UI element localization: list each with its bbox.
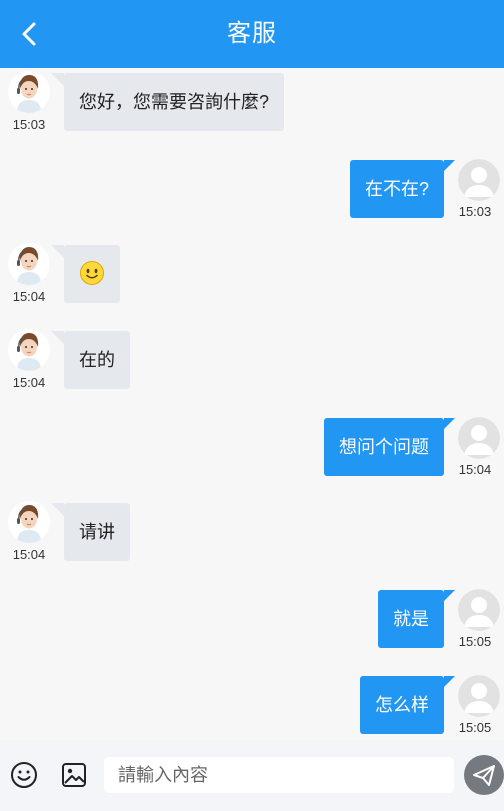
smiley-icon xyxy=(11,762,37,788)
agent-avatar-icon xyxy=(8,501,50,543)
user-avatar xyxy=(458,589,500,631)
message-bubble: 怎么样 xyxy=(360,676,455,734)
agent-avatar-icon xyxy=(8,329,50,371)
message-bubble: 您好，您需要咨詢什麼? xyxy=(50,73,285,131)
agent-avatar xyxy=(8,501,50,543)
message-bubble: 在的 xyxy=(51,331,130,389)
image-button[interactable] xyxy=(59,760,89,790)
message-composer xyxy=(0,740,504,811)
header-bar: 客服 xyxy=(0,0,504,68)
emoji-button[interactable] xyxy=(9,760,39,790)
message-bubble: 就是 xyxy=(378,590,455,648)
message-time: 15:04 xyxy=(12,375,46,390)
send-icon xyxy=(473,765,495,786)
message-time: 15:04 xyxy=(12,289,46,304)
image-icon xyxy=(62,763,86,787)
message-time: 15:05 xyxy=(458,634,492,649)
user-avatar-icon xyxy=(458,159,500,201)
agent-avatar-icon xyxy=(8,71,50,113)
user-avatar-icon xyxy=(458,589,500,631)
message-bubble: 想问个问题 xyxy=(324,418,455,476)
message-bubble: 请讲 xyxy=(51,503,130,561)
message-time: 15:04 xyxy=(12,547,46,562)
message-input[interactable] xyxy=(104,757,454,793)
page-title: 客服 xyxy=(227,20,277,47)
message-time: 15:03 xyxy=(12,117,46,132)
user-avatar xyxy=(458,675,500,717)
user-avatar-icon xyxy=(458,675,500,717)
user-avatar-icon xyxy=(458,417,500,459)
message-time: 15:05 xyxy=(458,720,492,735)
message-time: 15:04 xyxy=(458,462,492,477)
message-time: 15:03 xyxy=(458,204,492,219)
smiley-emoji-icon xyxy=(80,261,104,286)
agent-avatar-icon xyxy=(8,243,50,285)
agent-avatar xyxy=(8,243,50,285)
user-avatar xyxy=(458,417,500,459)
message-bubble: 在不在? xyxy=(349,160,456,218)
agent-avatar xyxy=(8,71,50,113)
message-bubble xyxy=(51,245,120,303)
send-button[interactable] xyxy=(464,755,504,795)
user-avatar xyxy=(458,159,500,201)
chat-message-list[interactable]: 15:03 您好，您需要咨詢什麼? 15:03 在不在? 15:04 15:04… xyxy=(0,68,504,740)
agent-avatar xyxy=(8,329,50,371)
